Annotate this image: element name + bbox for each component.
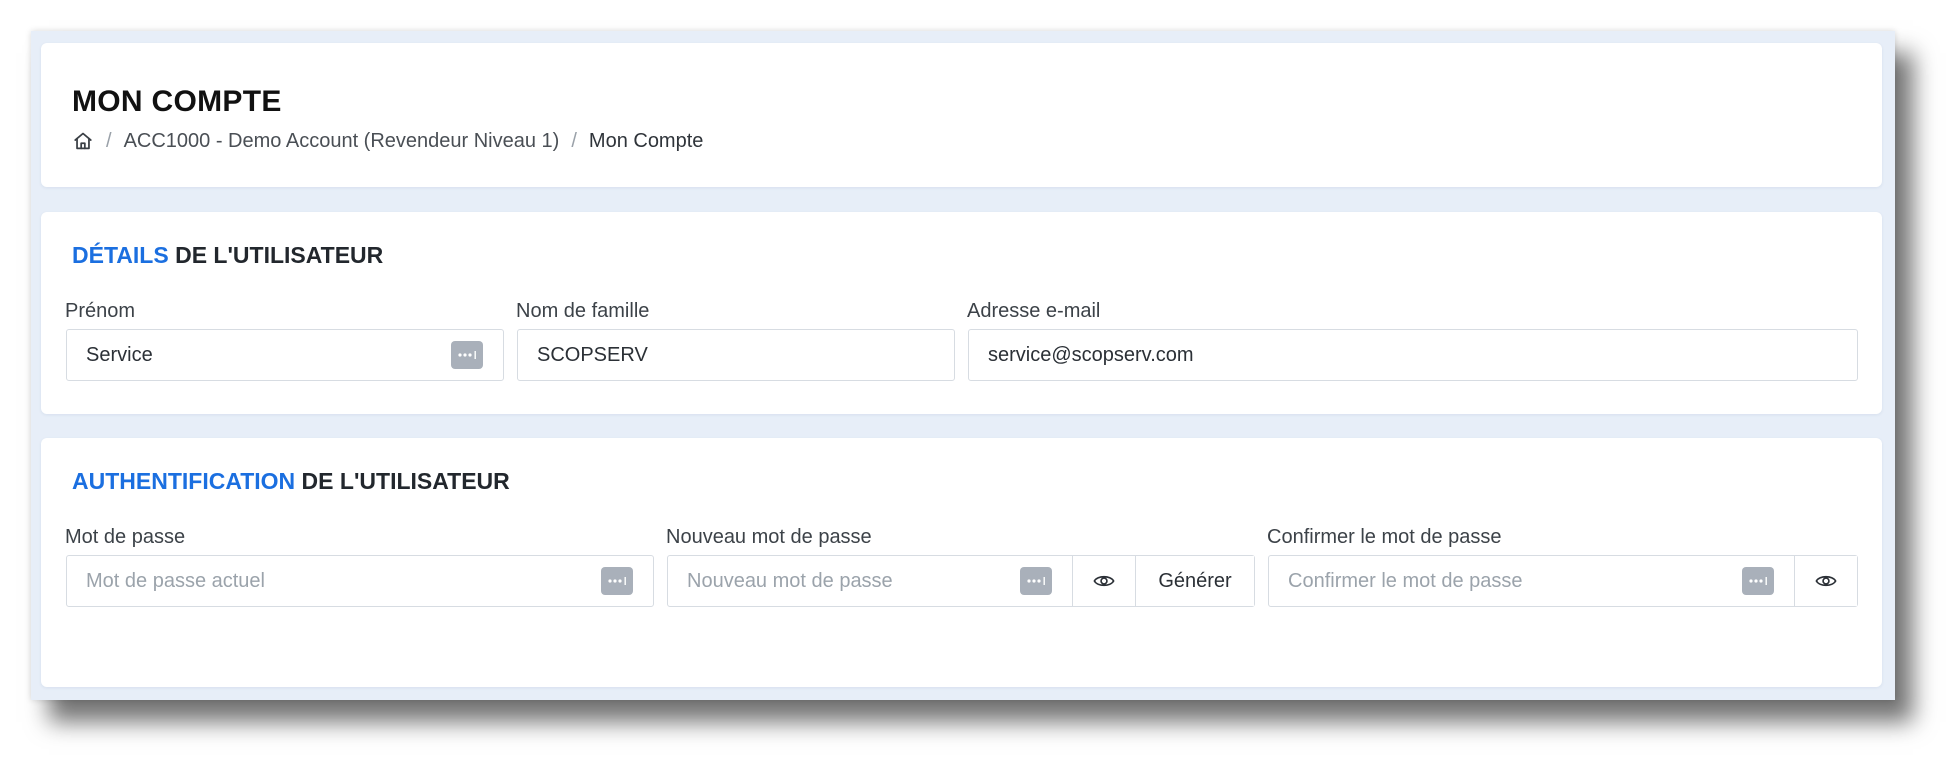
email-field: Adresse e-mail	[967, 298, 1858, 381]
first-name-field: Prénom	[65, 298, 504, 381]
current-password-group	[66, 555, 654, 607]
confirm-password-input[interactable]	[1269, 556, 1794, 606]
first-name-label: Prénom	[65, 300, 136, 322]
email-input[interactable]	[969, 330, 1857, 380]
confirm-password-field: Confirmer le mot de passe	[1267, 524, 1858, 607]
home-icon[interactable]	[72, 130, 94, 152]
email-label: Adresse e-mail	[967, 300, 1101, 322]
breadcrumb-separator: /	[106, 129, 112, 152]
eye-icon	[1093, 575, 1115, 587]
breadcrumb-separator: /	[571, 129, 577, 152]
page-title: MON COMPTE	[72, 85, 282, 118]
current-password-input[interactable]	[67, 556, 653, 606]
first-name-input[interactable]	[67, 330, 503, 380]
app-frame: MON COMPTE / ACC1000 - Demo Account (Rev…	[31, 31, 1895, 700]
confirm-password-group	[1268, 555, 1858, 607]
user-auth-card: AUTHENTIFICATION DE L'UTILISATEUR Mot de…	[41, 438, 1882, 687]
password-dots-icon[interactable]	[1020, 567, 1052, 595]
last-name-field: Nom de famille	[516, 298, 955, 381]
last-name-group	[517, 329, 955, 381]
show-confirm-password-button[interactable]	[1794, 556, 1857, 606]
user-details-card: DÉTAILS DE L'UTILISATEUR Prénom Nom de f…	[41, 212, 1882, 414]
current-password-label: Mot de passe	[65, 526, 186, 548]
password-dots-icon[interactable]	[1742, 567, 1774, 595]
generate-password-button[interactable]: Générer	[1135, 556, 1254, 606]
password-dots-icon[interactable]	[601, 567, 633, 595]
section-title-rest: DE L'UTILISATEUR	[168, 242, 384, 268]
new-password-field: Nouveau mot de passe Générer	[666, 524, 1255, 607]
section-title-accent: DÉTAILS	[72, 242, 169, 268]
new-password-group: Générer	[667, 555, 1255, 607]
breadcrumb: / ACC1000 - Demo Account (Revendeur Nive…	[72, 128, 703, 154]
breadcrumb-item-account[interactable]: ACC1000 - Demo Account (Revendeur Niveau…	[124, 130, 560, 153]
last-name-label: Nom de famille	[516, 300, 650, 322]
page-header-card: MON COMPTE / ACC1000 - Demo Account (Rev…	[41, 43, 1882, 187]
last-name-input[interactable]	[518, 330, 954, 380]
user-auth-title: AUTHENTIFICATION DE L'UTILISATEUR	[72, 468, 510, 495]
email-group	[968, 329, 1858, 381]
new-password-label: Nouveau mot de passe	[666, 526, 872, 548]
first-name-group	[66, 329, 504, 381]
section-title-accent: AUTHENTIFICATION	[72, 468, 296, 494]
user-details-title: DÉTAILS DE L'UTILISATEUR	[72, 242, 383, 269]
section-title-rest: DE L'UTILISATEUR	[295, 468, 510, 494]
eye-icon	[1815, 575, 1837, 587]
breadcrumb-item-current: Mon Compte	[588, 129, 704, 152]
current-password-field: Mot de passe	[65, 524, 654, 607]
confirm-password-label: Confirmer le mot de passe	[1267, 526, 1502, 548]
password-dots-icon[interactable]	[451, 341, 483, 369]
new-password-input[interactable]	[668, 556, 1072, 606]
show-new-password-button[interactable]	[1072, 556, 1135, 606]
